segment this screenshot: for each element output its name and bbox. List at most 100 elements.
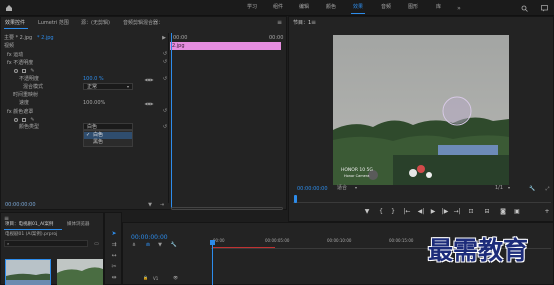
add-marker-button[interactable]: ▼ [363,209,371,215]
speed-label: 速度 [19,100,30,106]
export-icon[interactable]: ⇥ [159,202,165,208]
slip-tool-icon[interactable]: ⇹ [110,273,118,281]
mark-in-button[interactable]: { [377,209,385,215]
linked-selection-icon[interactable]: ⋒ [145,242,151,248]
fullscreen-icon[interactable]: ⤢ [544,185,551,192]
workspace-library[interactable]: 库 [436,5,441,10]
motion-effect[interactable]: fx 运动 [7,53,23,58]
mark-out-button[interactable]: } [389,209,397,215]
go-to-in-button[interactable]: |← [403,209,411,215]
project-tab-underline [4,229,62,230]
timeline-wrench-icon[interactable]: 🔧 [171,242,177,248]
rect-mask-icon-2[interactable] [22,118,26,122]
play-clip-icon[interactable]: ▶ [161,35,167,41]
sequence-clip-label[interactable]: * 2.jpg [37,36,54,41]
workspace-assembly[interactable]: 组件 [273,5,283,10]
export-frame-button[interactable]: ◙ [499,209,507,215]
thumbnail-2[interactable] [57,259,103,285]
key-color-dropdown[interactable]: 白色 [83,123,133,130]
tab-effect-controls[interactable]: 效果控件 [5,21,25,26]
program-monitor-title[interactable]: 节目：1 [293,21,311,26]
more-icon[interactable]: » [455,4,463,12]
tab-active-underline [4,28,28,29]
keyframe-nav-icon[interactable]: ◀◆▶ [144,76,153,82]
source-clip-label[interactable]: 主要 * 2.jpg [4,36,32,41]
panel-menu-icon-2[interactable]: ≡ [311,20,316,26]
speed-value[interactable]: 100.00% [83,101,105,106]
speed-keyframe-icon[interactable]: ◀◆▶ [144,100,153,106]
program-timecode[interactable]: 00:00:00:00 [297,187,328,192]
track-select-tool-icon[interactable]: ⇉ [110,240,118,248]
video-frame[interactable]: HONOR 10 5G Honor Camera [333,35,509,185]
time-remap-effect[interactable]: 时间重映射 [13,93,38,98]
workspace-graphics[interactable]: 图形 [408,5,418,10]
step-back-button[interactable]: ◀| [417,209,425,215]
home-icon[interactable] [5,3,13,12]
workspace-color[interactable]: 颜色 [326,5,336,10]
effect-playhead [171,33,172,209]
snap-icon[interactable]: ⋔ [131,242,137,248]
extract-button[interactable]: ⊟ [483,209,491,215]
blend-mode-dropdown[interactable]: 正常 ▾ [83,83,133,90]
thumbnail-1[interactable] [5,259,51,285]
tab-audio-mixer[interactable]: 音频剪辑混合器： [123,21,163,26]
opacity-value[interactable]: 100.0 % [83,77,104,82]
add-button[interactable]: + [543,209,551,215]
ripple-edit-tool-icon[interactable]: ↔ [110,251,118,259]
resolution-dropdown[interactable]: 1/1 ▾ [495,185,515,192]
ellipse-mask-icon[interactable] [14,69,18,73]
filter-icon[interactable]: ▼ [147,202,153,208]
selection-tool-icon[interactable]: ➤ [110,229,118,237]
razor-tool-icon[interactable]: ✂ [110,262,118,270]
pen-mask-icon-2[interactable]: ✎ [30,117,35,123]
effect-scrollbar[interactable] [171,207,283,210]
workspace-active-underline [351,13,365,14]
track-eye-icon[interactable]: 👁 [173,276,178,280]
track-v1-label: V1 [153,276,159,281]
tab-source[interactable]: 源：(无剪辑) [81,21,110,26]
key-color-label: 颜色类型 [19,124,40,130]
go-to-out-button[interactable]: →| [453,209,461,215]
folder-icon[interactable]: ▭ [93,240,100,247]
rect-mask-icon[interactable] [22,69,26,73]
ellipse-mask-icon-2[interactable] [14,118,18,122]
timeline-playhead[interactable] [212,240,215,285]
menu-item-white[interactable]: ✓ 白色 [84,132,132,139]
opacity-effect[interactable]: fx 不透明度 [7,61,33,66]
tab-project[interactable]: 项目：电视剧01_AI案例 [5,222,53,228]
chat-icon[interactable] [540,4,548,12]
panel-menu-icon[interactable]: ≡ [277,20,282,26]
fit-dropdown[interactable]: 适合 ▾ [335,185,361,192]
wrench-icon[interactable]: 🔧 [529,185,536,192]
program-playhead[interactable] [294,195,297,203]
search-icon[interactable] [520,4,528,12]
playhead-handle[interactable] [210,240,215,245]
watermark-line-2: Honor Camera [344,174,370,178]
blend-mode-label: 混合模式 [23,84,44,90]
clip-bar-label: 2.jpg [172,43,185,49]
project-search-input[interactable]: ⌕ [4,240,88,247]
add-marker-icon[interactable]: ▼ [157,242,163,248]
play-button[interactable]: ▶ [429,209,437,215]
step-forward-button[interactable]: |▶ [441,209,449,215]
program-scrub-track[interactable] [293,194,551,203]
compare-button[interactable]: ▣ [513,209,521,215]
workspace-effects[interactable]: 效果 [353,5,363,10]
tab-media-browser[interactable]: 媒体浏览器 [67,222,90,228]
chevron-down-icon-2: ▾ [355,185,358,190]
timeline-timecode[interactable]: 00:00:00:00 [131,235,168,241]
key-color-menu: ✓ 白色 黑色 [83,130,133,147]
workspace-learn[interactable]: 学习 [247,5,257,10]
workspace-edit[interactable]: 编辑 [299,5,309,10]
pen-mask-icon[interactable]: ✎ [30,68,35,74]
menu-item-black[interactable]: 黑色 [84,139,132,146]
workspace-audio[interactable]: 音频 [381,5,391,10]
tab-lumetri-scopes[interactable]: Lumetri 范围 [38,21,69,26]
track-v1-lock-icon[interactable]: 🔒 [143,276,148,280]
effect-controls-timecode: 00:00:00:00 [5,202,36,208]
lift-button[interactable]: ⊡ [467,209,475,215]
clip-end-time: 00:00 [269,35,284,41]
clip-bar[interactable]: 2.jpg [170,42,281,50]
color-key-effect[interactable]: fx 颜色遮罩 [7,110,33,115]
checkmark-icon: ✓ [86,132,91,138]
